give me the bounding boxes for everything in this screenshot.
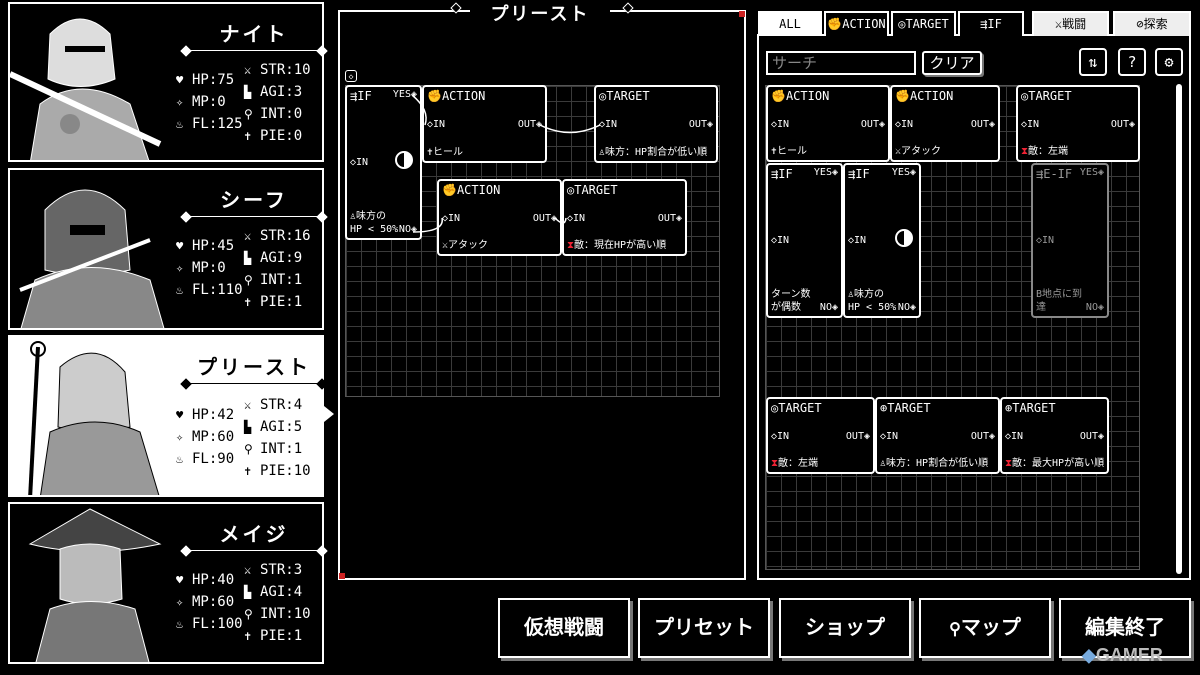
hp-stat: ♥ HP:42: [176, 407, 235, 423]
gear-icon[interactable]: ⚙: [1155, 48, 1183, 76]
tab-action[interactable]: ✊ACTION: [824, 11, 889, 36]
boot-icon: ▙: [244, 585, 252, 599]
agi-stat: ▙ AGI:4: [244, 584, 303, 600]
name-divider: [186, 383, 322, 384]
mage-portrait: [10, 504, 172, 662]
character-card-priest[interactable]: プリースト ♥ HP:42 ✧ MP:60 ♨ FL:90 ⚔ STR:4 ▙ AGI:5…: [8, 335, 324, 497]
half-moon-icon: [895, 229, 913, 247]
sort-icon[interactable]: ⇅: [1079, 48, 1107, 76]
flame-icon: ♨: [176, 617, 184, 631]
node-connections: [411, 94, 601, 233]
palette-eif-reach-b[interactable]: ⇶E-IF YES◈ ◇IN B地点に到 達 NO◈: [1031, 163, 1109, 318]
mp-icon: ✧: [176, 430, 184, 444]
int-stat: ⚲ INT:10: [244, 606, 311, 622]
cross-icon: ✝: [244, 629, 252, 643]
palette-target-ally-low-hp[interactable]: ⊕TARGET ◇IN OUT◈ ♙味方：HP割合が低い順: [875, 397, 1000, 474]
tab-all[interactable]: ALL: [758, 11, 822, 36]
tab-if[interactable]: ⇶IF: [958, 11, 1024, 36]
gamer-watermark: ◆GAMER: [1082, 645, 1163, 665]
palette-target-enemy-left[interactable]: ◎TARGET ◇IN OUT◈ ⧗敵：左端: [766, 397, 875, 474]
cross-icon: ✝: [244, 464, 252, 478]
mp-stat: ✧ MP:60: [176, 429, 235, 445]
palette-scrollbar[interactable]: [1176, 84, 1182, 574]
mp-icon: ✧: [176, 595, 184, 609]
character-name: メイジ: [219, 522, 289, 546]
hp-stat: ♥ HP:40: [176, 572, 235, 588]
map-pin-icon: ⚲: [949, 619, 961, 638]
tab-explore[interactable]: ⊘探索: [1113, 11, 1191, 36]
heart-icon: ♥: [176, 408, 184, 422]
tab-target[interactable]: ◎TARGET: [891, 11, 956, 36]
fist-icon: ✊: [827, 17, 843, 31]
magnifier-icon: ⚲: [244, 442, 253, 456]
clear-button[interactable]: クリア: [922, 51, 982, 75]
palette-if-turn-even[interactable]: ⇶IF YES◈ ◇IN ターン数 が偶数 NO◈: [766, 163, 843, 318]
search-input[interactable]: サーチ: [766, 51, 916, 75]
palette-action-attack[interactable]: ✊ACTION ◇IN OUT◈ ⚔アタック: [890, 85, 1000, 162]
flame-icon: ♨: [176, 452, 184, 466]
map-button[interactable]: ⚲マップ: [919, 598, 1051, 658]
fl-stat: ♨ FL:90: [176, 451, 235, 467]
int-stat: ⚲ INT:1: [244, 441, 303, 457]
boot-icon: ▙: [244, 420, 252, 434]
tab-battle[interactable]: ⚔戦闘: [1032, 11, 1109, 36]
corner-mark: [339, 573, 345, 579]
character-name: プリースト: [197, 355, 311, 379]
watermark-logo-icon: ◆: [1082, 645, 1096, 665]
selected-indicator-arrow: [324, 406, 334, 422]
agi-stat: ▙ AGI:5: [244, 419, 303, 435]
heart-icon: ♥: [176, 573, 184, 587]
sword-icon: ⚔: [244, 398, 252, 412]
shop-button[interactable]: ショップ: [779, 598, 911, 658]
character-card-mage[interactable]: メイジ ♥ HP:40 ✧ MP:60 ♨ FL:100 ⚔ STR:3 ▙ AGI:4 …: [8, 502, 324, 664]
str-stat: ⚔ STR:4: [244, 397, 303, 413]
str-stat: ⚔ STR:3: [244, 562, 303, 578]
compass-icon: ⊘: [1136, 17, 1144, 31]
priest-portrait: [10, 337, 172, 495]
palette-if-ally-hp[interactable]: ⇶IF YES◈ ◇IN ♙味方の HP < 50% NO◈: [843, 163, 921, 318]
fl-stat: ♨ FL:100: [176, 616, 243, 632]
pie-stat: ✝ PIE:1: [244, 628, 303, 644]
name-divider: [186, 550, 322, 551]
pie-stat: ✝ PIE:10: [244, 463, 311, 479]
magnifier-icon: ⚲: [244, 607, 253, 621]
preset-button[interactable]: プリセット: [638, 598, 770, 658]
palette-target-leftmost[interactable]: ◎TARGET ◇IN OUT◈ ⧗敵：左端: [1016, 85, 1140, 162]
mp-stat: ✧ MP:60: [176, 594, 235, 610]
palette-target-enemy-max-hp[interactable]: ⊕TARGET ◇IN OUT◈ ⧗敵：最大HPが高い順: [1000, 397, 1109, 474]
palette-action-heal[interactable]: ✊ACTION ◇IN OUT◈ ✝ヒール: [766, 85, 890, 162]
virtual-battle-button[interactable]: 仮想戦闘: [498, 598, 630, 658]
sword-icon: ⚔: [244, 563, 252, 577]
help-icon[interactable]: ?: [1118, 48, 1146, 76]
